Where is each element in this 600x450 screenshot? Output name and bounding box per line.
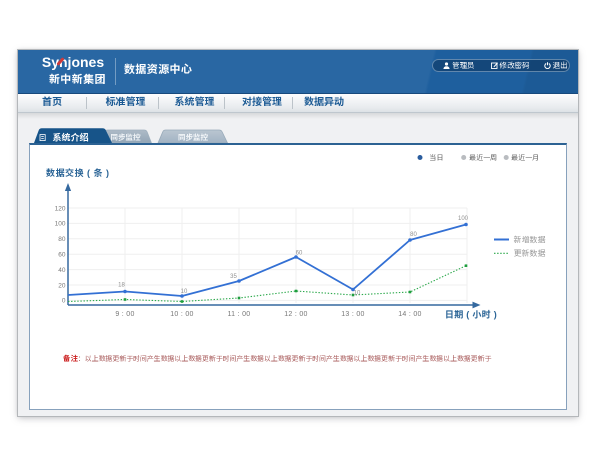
svg-text:0: 0	[62, 298, 66, 305]
svg-text:35: 35	[230, 274, 237, 280]
svg-text:10: 10	[181, 289, 188, 295]
svg-text:数据交换 ( 条 ): 数据交换 ( 条 )	[46, 168, 110, 178]
svg-text:40: 40	[58, 267, 66, 274]
svg-text:当日: 当日	[430, 154, 444, 162]
svg-text:9 : 00: 9 : 00	[115, 311, 134, 318]
svg-text:18: 18	[118, 283, 125, 289]
svg-text:13 : 00: 13 : 00	[341, 311, 365, 318]
svg-text:14 : 00: 14 : 00	[398, 311, 422, 318]
svg-text:60: 60	[296, 251, 303, 257]
svg-text:系统介绍: 系统介绍	[52, 132, 88, 142]
svg-text:12 : 00: 12 : 00	[284, 311, 308, 318]
svg-text:10: 10	[354, 291, 361, 297]
svg-text:同步监控: 同步监控	[111, 133, 141, 142]
svg-text:日期 ( 小时 ): 日期 ( 小时 )	[445, 310, 497, 320]
svg-text:最近一周: 最近一周	[469, 153, 497, 162]
svg-text:10 : 00: 10 : 00	[170, 311, 194, 318]
svg-text:更新数据: 更新数据	[514, 249, 546, 258]
svg-text:最近一月: 最近一月	[511, 153, 539, 162]
svg-text:80: 80	[410, 232, 417, 238]
svg-text:20: 20	[58, 282, 66, 289]
svg-text:同步监控: 同步监控	[178, 133, 208, 142]
svg-text:新增数据: 新增数据	[514, 234, 546, 244]
svg-text:60: 60	[58, 252, 66, 259]
svg-text:80: 80	[58, 236, 66, 243]
svg-text:100: 100	[458, 216, 469, 222]
svg-text:11 : 00: 11 : 00	[228, 311, 251, 318]
svg-text:100: 100	[55, 221, 66, 228]
svg-text:120: 120	[55, 205, 66, 212]
